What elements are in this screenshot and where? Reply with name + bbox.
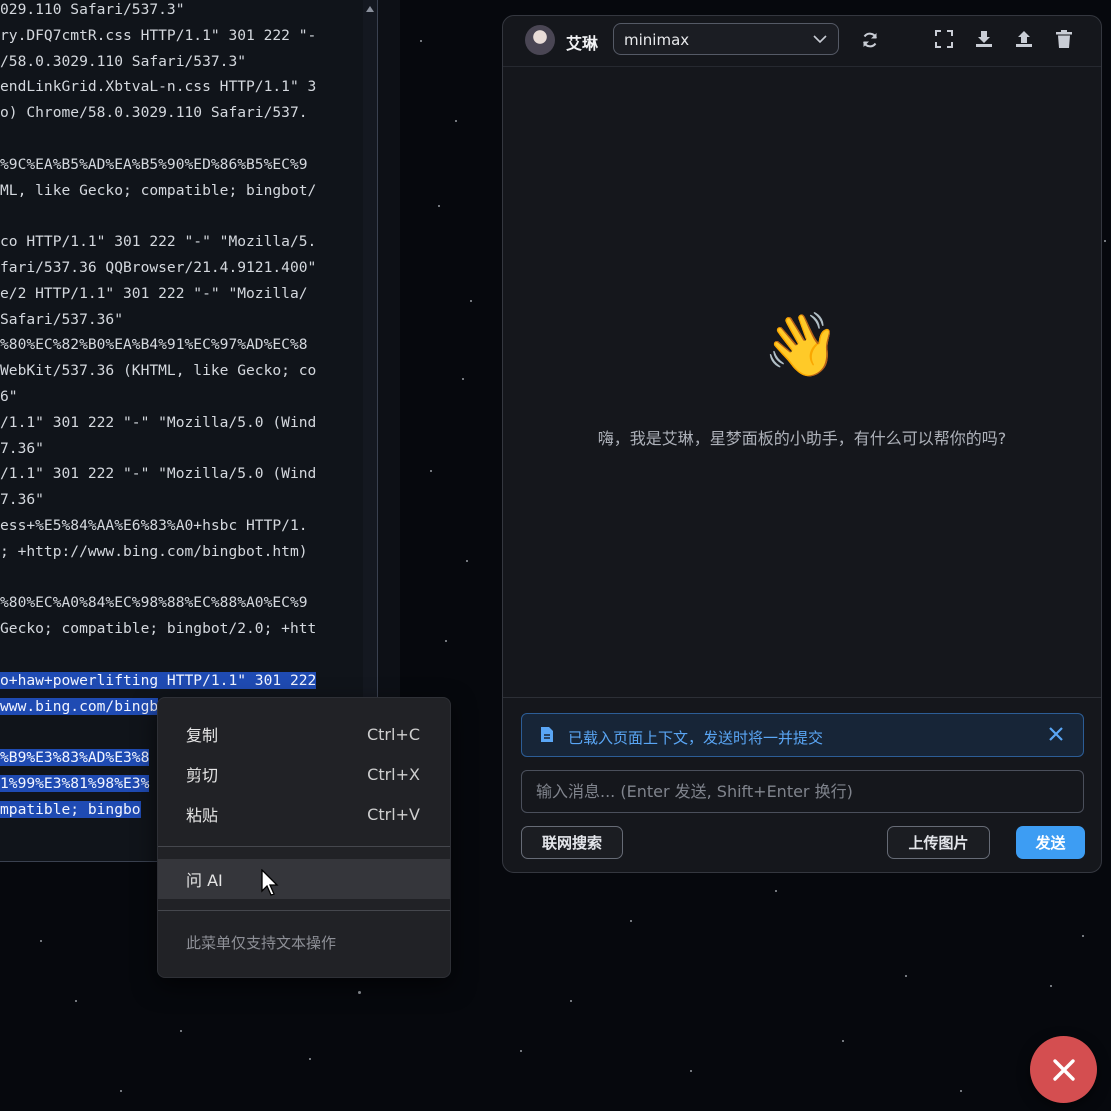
log-line-text: ; +http://www.bing.com/bingbot.htm) [0,542,308,560]
log-line-text: %80%EC%A0%84%EC%98%88%EC%88%A0%EC%9 [0,594,308,612]
menu-item-label: 问 AI [186,871,223,890]
log-line-text: Safari/537.36" [0,310,124,328]
welcome-message: 嗨，我是艾琳，星梦面板的小助手，有什么可以帮你的吗? [597,429,1007,448]
log-line[interactable]: 6" [0,384,362,410]
chevron-down-icon [813,35,827,44]
message-input[interactable] [521,770,1084,813]
menu-item-shortcut: Ctrl+X [367,764,420,784]
log-line[interactable]: /58.0.3029.110 Safari/537.3" [0,49,362,75]
menu-item-label: 粘贴 [186,806,219,825]
log-line[interactable]: ry.DFQ7cmtR.css HTTP/1.1" 301 222 "- [0,23,362,49]
model-select-value: minimax [624,31,690,49]
log-line[interactable]: Safari/537.36" [0,307,362,333]
log-line[interactable]: ; +http://www.bing.com/bingbot.htm) [0,539,362,565]
log-line[interactable] [0,565,362,591]
log-line-text: mpatible; bingbo [0,800,141,818]
send-button[interactable]: 发送 [1016,826,1085,859]
close-fab-button[interactable] [1030,1036,1097,1103]
avatar [525,25,555,55]
close-icon [1052,1058,1075,1081]
menu-item-cut[interactable]: 剪切 Ctrl+X [158,754,450,794]
refresh-icon[interactable] [860,30,880,50]
log-line[interactable]: ML, like Gecko; compatible; bingbot/ [0,178,362,204]
menu-item-shortcut: Ctrl+C [366,724,420,744]
log-line-text: ess+%E5%84%AA%E6%83%A0+hsbc HTTP/1. [0,516,308,534]
log-line-text: 6" [0,387,18,405]
log-line-text: 029.110 Safari/537.3" [0,1,185,18]
log-line[interactable]: /1.1" 301 222 "-" "Mozilla/5.0 (Wind [0,410,362,436]
log-line-text: %9C%EA%B5%AD%EA%B5%90%ED%86%B5%EC%9 [0,155,308,173]
log-line[interactable]: WebKit/537.36 (KHTML, like Gecko; co [0,358,362,384]
log-line-text: ML, like Gecko; compatible; bingbot/ [0,181,317,199]
context-loaded-notice: 已载入页面上下文，发送时将一并提交 [521,713,1084,757]
menu-note: 此菜单仅支持文本操作 [186,934,337,952]
menu-separator [158,910,450,911]
log-line-text: 1%99%E3%81%98%E3% [0,774,150,792]
log-line-text: e/2 HTTP/1.1" 301 222 "-" "Mozilla/ [0,284,308,302]
upload-icon[interactable] [1015,30,1033,48]
log-line[interactable] [0,642,362,668]
chat-divider [503,697,1101,698]
chat-panel: 艾琳 minimax 👋 嗨，我是艾琳，星梦面板的小助手，有什么可以帮你的吗? … [502,15,1102,873]
log-line-text: fari/537.36 QQBrowser/21.4.9121.400" [0,258,317,276]
menu-item-label: 复制 [186,726,219,745]
log-line-text: o+haw+powerlifting HTTP/1.1" 301 222 [0,671,317,689]
log-line[interactable]: 7.36" [0,487,362,513]
log-line-text: ry.DFQ7cmtR.css HTTP/1.1" 301 222 "- [0,26,317,44]
trash-icon[interactable] [1056,30,1072,48]
bot-name: 艾琳 [566,34,599,53]
chat-header: 艾琳 minimax [503,16,1101,67]
fullscreen-icon[interactable] [935,30,953,48]
log-line[interactable] [0,203,362,229]
upload-image-button[interactable]: 上传图片 [887,826,990,859]
log-line[interactable]: ess+%E5%84%AA%E6%83%A0+hsbc HTTP/1. [0,513,362,539]
context-notice-text: 已载入页面上下文，发送时将一并提交 [568,729,824,747]
log-line-text: /1.1" 301 222 "-" "Mozilla/5.0 (Wind [0,413,317,431]
menu-item-paste[interactable]: 粘贴 Ctrl+V [158,794,450,834]
download-icon[interactable] [975,30,993,48]
log-line[interactable]: Gecko; compatible; bingbot/2.0; +htt [0,616,362,642]
log-line[interactable]: /1.1" 301 222 "-" "Mozilla/5.0 (Wind [0,461,362,487]
log-line[interactable]: co HTTP/1.1" 301 222 "-" "Mozilla/5. [0,229,362,255]
context-menu: 复制 Ctrl+C 剪切 Ctrl+X 粘贴 Ctrl+V 问 AI 此菜单仅支… [157,697,451,978]
close-icon[interactable] [1047,725,1065,743]
log-line[interactable]: o) Chrome/58.0.3029.110 Safari/537. [0,100,362,126]
log-line[interactable]: 029.110 Safari/537.3" [0,0,362,23]
log-line-text: /1.1" 301 222 "-" "Mozilla/5.0 (Wind [0,465,317,483]
log-line[interactable]: %80%EC%A0%84%EC%98%88%EC%88%A0%EC%9 [0,590,362,616]
log-line-text: www.bing.com/bingb [0,697,159,715]
log-line[interactable]: endLinkGrid.XbtvaL-n.css HTTP/1.1" 3 [0,74,362,100]
log-line-text: o) Chrome/58.0.3029.110 Safari/537. [0,104,308,122]
web-search-button[interactable]: 联网搜索 [521,826,623,859]
model-select[interactable]: minimax [613,23,839,55]
menu-item-label: 剪切 [186,766,219,785]
log-line-text: co HTTP/1.1" 301 222 "-" "Mozilla/5. [0,233,317,251]
log-line[interactable]: %80%EC%82%B0%EA%B4%91%EC%97%AD%EC%8 [0,332,362,358]
log-line[interactable]: %9C%EA%B5%AD%EA%B5%90%ED%86%B5%EC%9 [0,152,362,178]
log-line[interactable]: o+haw+powerlifting HTTP/1.1" 301 222 [0,668,362,694]
menu-item-ask-ai[interactable]: 问 AI [158,859,450,899]
log-line[interactable]: 7.36" [0,436,362,462]
menu-item-copy[interactable]: 复制 Ctrl+C [158,714,450,754]
log-line-text: WebKit/537.36 (KHTML, like Gecko; co [0,362,317,380]
log-line-text: %B9%E3%83%AD%E3%8 [0,749,150,767]
log-line[interactable]: fari/537.36 QQBrowser/21.4.9121.400" [0,255,362,281]
menu-item-shortcut: Ctrl+V [367,804,420,824]
scroll-up-arrow-icon[interactable] [366,6,374,12]
log-line-text: /58.0.3029.110 Safari/537.3" [0,52,247,70]
waving-hand-icon: 👋 [763,308,841,381]
log-line-text: 7.36" [0,491,44,509]
log-line[interactable]: e/2 HTTP/1.1" 301 222 "-" "Mozilla/ [0,281,362,307]
log-line-text: endLinkGrid.XbtvaL-n.css HTTP/1.1" 3 [0,78,317,96]
document-icon [541,727,553,742]
log-line-text: %80%EC%82%B0%EA%B4%91%EC%97%AD%EC%8 [0,336,308,354]
log-line-text: 7.36" [0,439,44,457]
log-line-text: Gecko; compatible; bingbot/2.0; +htt [0,620,317,638]
mouse-cursor-icon [261,869,279,896]
menu-separator [158,846,450,847]
log-line[interactable] [0,126,362,152]
